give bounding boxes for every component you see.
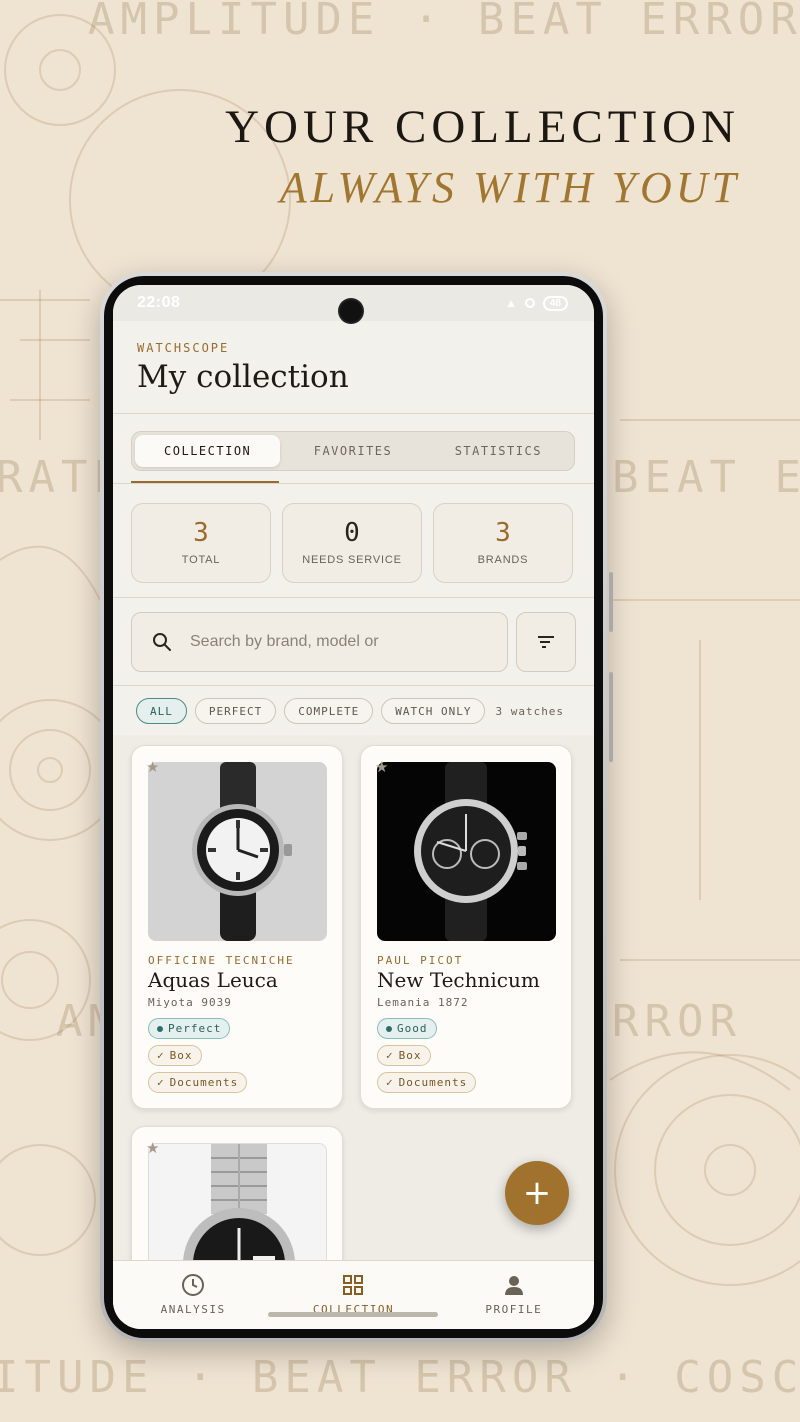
front-camera [340,300,362,322]
watch-brand: PAUL PICOT [377,954,464,967]
page-title: My collection [137,359,349,395]
signal-icon [524,298,535,308]
bottom-navigation: ANALYSIS COLLECTION PROFILE [113,1260,594,1329]
search-divider [113,685,594,686]
watch-model: New Technicum [377,968,540,992]
headline-subtitle: ALWAYS WITH YOUT [279,163,740,212]
tab-collection[interactable]: COLLECTION [135,435,281,467]
stat-label-total: TOTAL [181,554,221,566]
home-indicator[interactable] [268,1312,438,1317]
status-dot-icon [157,1025,163,1032]
app-screen: 22:08 ▲ 48 WATCHSCOPE My collection COLL… [113,285,594,1329]
nav-analysis[interactable]: ANALYSIS [113,1261,273,1329]
chronograph-watch-image [414,762,527,941]
stats-divider [113,597,594,598]
condition-label: Good [397,1022,428,1035]
accessory-label: Documents [169,1076,239,1089]
stat-card-total: 3 TOTAL [131,503,271,583]
condition-label: Perfect [168,1022,222,1035]
favorite-star-icon[interactable]: ★ [146,1139,159,1157]
chip-perfect[interactable]: PERFECT [194,698,277,724]
accessory-badge-documents: ✓ Documents [377,1072,477,1093]
app-header: WATCHSCOPE My collection [137,341,349,395]
nav-profile[interactable]: PROFILE [434,1261,594,1329]
bg-word-mid-right: BEAT ER [612,452,800,503]
favorite-star-icon[interactable]: ★ [375,758,388,776]
stat-card-needs-service: 0 NEEDS SERVICE [282,503,422,583]
nav-label-profile: PROFILE [485,1303,543,1316]
chip-all[interactable]: ALL [136,698,187,724]
accessory-badge-box: ✓ Box [148,1045,202,1066]
headline-title: YOUR COLLECTION [225,101,740,153]
stat-value-needs-service: 0 [344,518,360,548]
tab-statistics[interactable]: STATISTICS [426,435,571,467]
accessory-badge-documents: ✓ Documents [148,1072,248,1093]
wifi-icon: ▲ [504,296,517,310]
check-icon: ✓ [157,1076,165,1089]
sort-icon [538,636,554,648]
diver-watch-image [192,762,292,941]
nav-label-analysis: ANALYSIS [160,1303,226,1316]
accessory-label: Documents [398,1076,468,1089]
watch-movement: Lemania 1872 [377,996,469,1009]
tabs-divider [113,483,594,484]
bg-word-top: AMPLITUDE · BEAT ERROR [88,0,800,45]
person-icon [504,1276,523,1295]
tab-favorites[interactable]: FAVORITES [280,435,425,467]
watch-photo [148,1143,327,1260]
grid-icon [343,1275,364,1295]
status-time: 22:08 [137,294,181,311]
search-bar [131,612,508,672]
check-icon: ✓ [386,1076,394,1089]
phone-side-button [609,572,613,632]
watch-card[interactable]: ★ OFFICINE TECNICHE Aquas Leuca Miyota 9… [131,745,343,1109]
search-input[interactable] [190,633,490,651]
condition-badge: Good [377,1018,437,1039]
phone-frame: 22:08 ▲ 48 WATCHSCOPE My collection COLL… [100,272,613,1342]
watch-count: 3 watches [495,704,565,718]
watch-card[interactable]: ★ [131,1126,343,1260]
watch-model: Aquas Leuca [148,968,278,992]
bg-word-bottom: ITUDE · BEAT ERROR · COSC [0,1352,800,1403]
stat-label-needs-service: NEEDS SERVICE [302,554,402,566]
chip-complete[interactable]: COMPLETE [284,698,374,724]
marketing-headline: YOUR COLLECTION ALWAYS WITH YOUT [225,100,740,213]
sort-filter-button[interactable] [516,612,576,672]
status-icons: ▲ 48 [504,295,568,311]
stat-value-total: 3 [193,518,209,548]
bg-word-lower-right: RROR [612,996,742,1047]
phone-volume-button [609,672,613,762]
watch-photo [377,762,556,941]
steel-watch-image [183,1144,295,1260]
battery-icon: 48 [542,295,568,311]
watch-movement: Miyota 9039 [148,996,232,1009]
status-dot-icon [386,1025,392,1032]
nav-collection[interactable]: COLLECTION [273,1261,433,1329]
filter-chips: ALL PERFECT COMPLETE WATCH ONLY 3 watche… [136,698,564,724]
app-brand: WATCHSCOPE [137,341,230,355]
watch-photo [148,762,327,941]
stat-value-brands: 3 [495,518,511,548]
clock-icon [182,1274,205,1296]
condition-badge: Perfect [148,1018,231,1039]
watch-brand: OFFICINE TECNICHE [148,954,295,967]
check-icon: ✓ [157,1049,165,1062]
header-divider [113,413,594,414]
accessory-badge-box: ✓ Box [377,1045,431,1066]
watch-card[interactable]: ★ [360,745,572,1109]
stat-card-brands: 3 BRANDS [433,503,573,583]
tab-bar: COLLECTION FAVORITES STATISTICS [131,431,575,471]
stat-label-brands: BRANDS [477,554,529,566]
favorite-star-icon[interactable]: ★ [146,758,159,776]
chip-watch-only[interactable]: WATCH ONLY [381,698,486,724]
accessory-label: Box [169,1049,193,1062]
accessory-label: Box [398,1049,422,1062]
search-icon [153,633,171,651]
check-icon: ✓ [386,1049,394,1062]
add-watch-button[interactable]: + [505,1161,569,1225]
